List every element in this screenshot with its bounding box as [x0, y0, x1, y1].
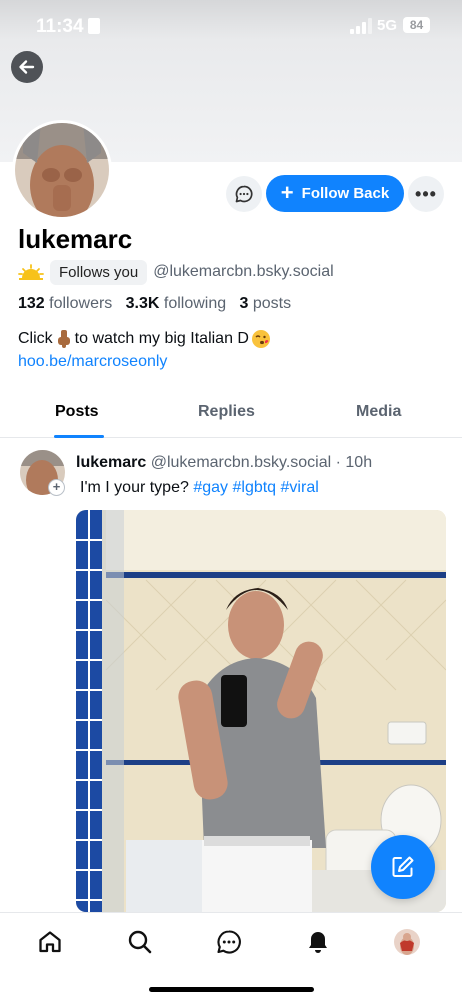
nav-home[interactable] [35, 927, 65, 957]
person-icon [88, 18, 100, 34]
profile-avatar-image [394, 929, 420, 955]
post-header: lukemarc @lukemarcbn.bsky.social · 10h [76, 454, 372, 472]
display-name: lukemarc [18, 224, 133, 254]
profile-bio: Click to watch my big Italian D [18, 329, 273, 349]
arrow-left-icon [19, 60, 35, 74]
status-time: 11:34 [36, 16, 84, 37]
more-options-button[interactable]: ••• [408, 176, 444, 212]
following-label: following [163, 295, 227, 312]
follow-back-label: Follow Back [301, 185, 390, 202]
network-label: 5G [377, 17, 398, 34]
status-bar: 11:34 5G 84 [0, 0, 462, 52]
bio-text-2: to watch my big Italian D [74, 330, 249, 347]
profile-avatar[interactable] [12, 120, 112, 220]
chat-icon [217, 930, 241, 954]
nav-notifications[interactable] [303, 927, 333, 957]
nav-chat[interactable] [214, 927, 244, 957]
search-icon [128, 930, 152, 954]
follow-plus-icon[interactable]: + [48, 479, 65, 496]
compose-icon [392, 856, 414, 877]
tab-posts[interactable]: Posts [55, 403, 99, 421]
nav-profile-avatar[interactable] [394, 929, 420, 955]
bio-text-1: Click [18, 330, 53, 347]
signal-icon [350, 18, 372, 34]
message-button[interactable] [226, 176, 262, 212]
followers-count: 132 [18, 295, 45, 312]
hashtag-link[interactable]: #viral [281, 479, 319, 496]
bio-link[interactable]: hoo.be/marcroseonly [18, 353, 167, 371]
kiss-emoji [251, 330, 270, 348]
active-tab-indicator [54, 435, 104, 438]
sun-icon [18, 264, 44, 280]
tab-media[interactable]: Media [356, 403, 401, 421]
back-button[interactable] [11, 51, 43, 83]
bottom-navigation [0, 912, 462, 1000]
home-icon [39, 931, 61, 953]
post-body: I'm I your type? [80, 479, 189, 496]
following-link[interactable]: 3.3K following [126, 295, 227, 312]
hashtag-link[interactable]: #lgbtq [232, 479, 276, 496]
followers-label: followers [49, 295, 113, 312]
post-time: 10h [345, 454, 373, 471]
avatar-image [15, 123, 109, 217]
profile-handle: @lukemarcbn.bsky.social [153, 263, 334, 280]
follow-back-button[interactable]: + Follow Back [266, 175, 404, 212]
pointing-down-emoji [57, 330, 70, 348]
post-author-name[interactable]: lukemarc [76, 454, 146, 471]
compose-button[interactable] [371, 835, 435, 899]
plus-icon: + [280, 179, 294, 205]
post-text: I'm I your type? #gay #lgbtq #viral [80, 479, 319, 497]
profile-tabs: Posts Replies Media [0, 394, 462, 438]
post-author-handle: @lukemarcbn.bsky.social [150, 454, 332, 471]
battery-icon: 84 [403, 17, 430, 33]
bell-icon [309, 932, 327, 953]
hashtag-link[interactable]: #gay [193, 479, 228, 496]
posts-stat: 3 posts [240, 295, 292, 312]
post-separator: · [335, 454, 341, 471]
handle-row: Follows you @lukemarcbn.bsky.social [18, 259, 334, 285]
home-indicator [149, 987, 314, 992]
nav-search[interactable] [125, 927, 155, 957]
follows-you-badge: Follows you [50, 259, 148, 285]
following-count: 3.3K [125, 295, 160, 312]
profile-stats: 132 followers 3.3K following 3 posts [18, 295, 291, 313]
posts-label: posts [252, 295, 292, 312]
followers-link[interactable]: 132 followers [18, 295, 112, 312]
ellipsis-icon: ••• [415, 183, 437, 204]
chat-bubble-icon [235, 185, 253, 203]
posts-count: 3 [239, 295, 249, 312]
tab-replies[interactable]: Replies [198, 403, 255, 421]
